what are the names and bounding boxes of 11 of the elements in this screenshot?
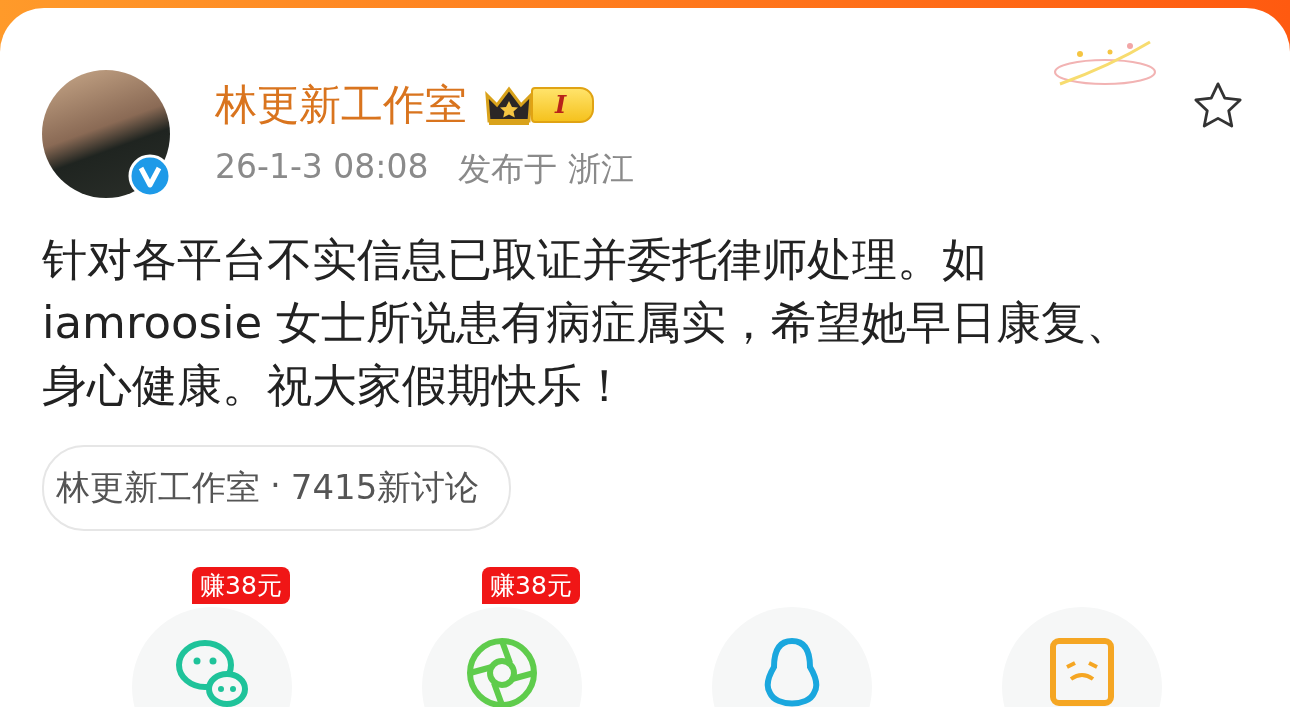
post-time: 26-1-3 08:08 xyxy=(215,146,429,188)
post-text: 针对各平台不实信息已取证并委托律师处理。如iamroosie 女士所说患有病症属实，希望她早日康复、身心健康。祝大家假期快乐！ xyxy=(42,232,1133,414)
level-badge: I xyxy=(531,86,595,123)
penguin-icon xyxy=(762,637,822,707)
reward-badge: 赚38元 xyxy=(192,567,290,604)
frame-icon xyxy=(1049,637,1115,707)
post-location: 发布于 浙江 xyxy=(458,147,634,190)
aperture-icon xyxy=(466,637,538,707)
topic-chip[interactable]: 林更新工作室 · 7415新讨论 xyxy=(42,445,512,531)
reward-badge: 赚38元 xyxy=(482,567,580,604)
chat-bubbles-icon xyxy=(175,637,249,707)
